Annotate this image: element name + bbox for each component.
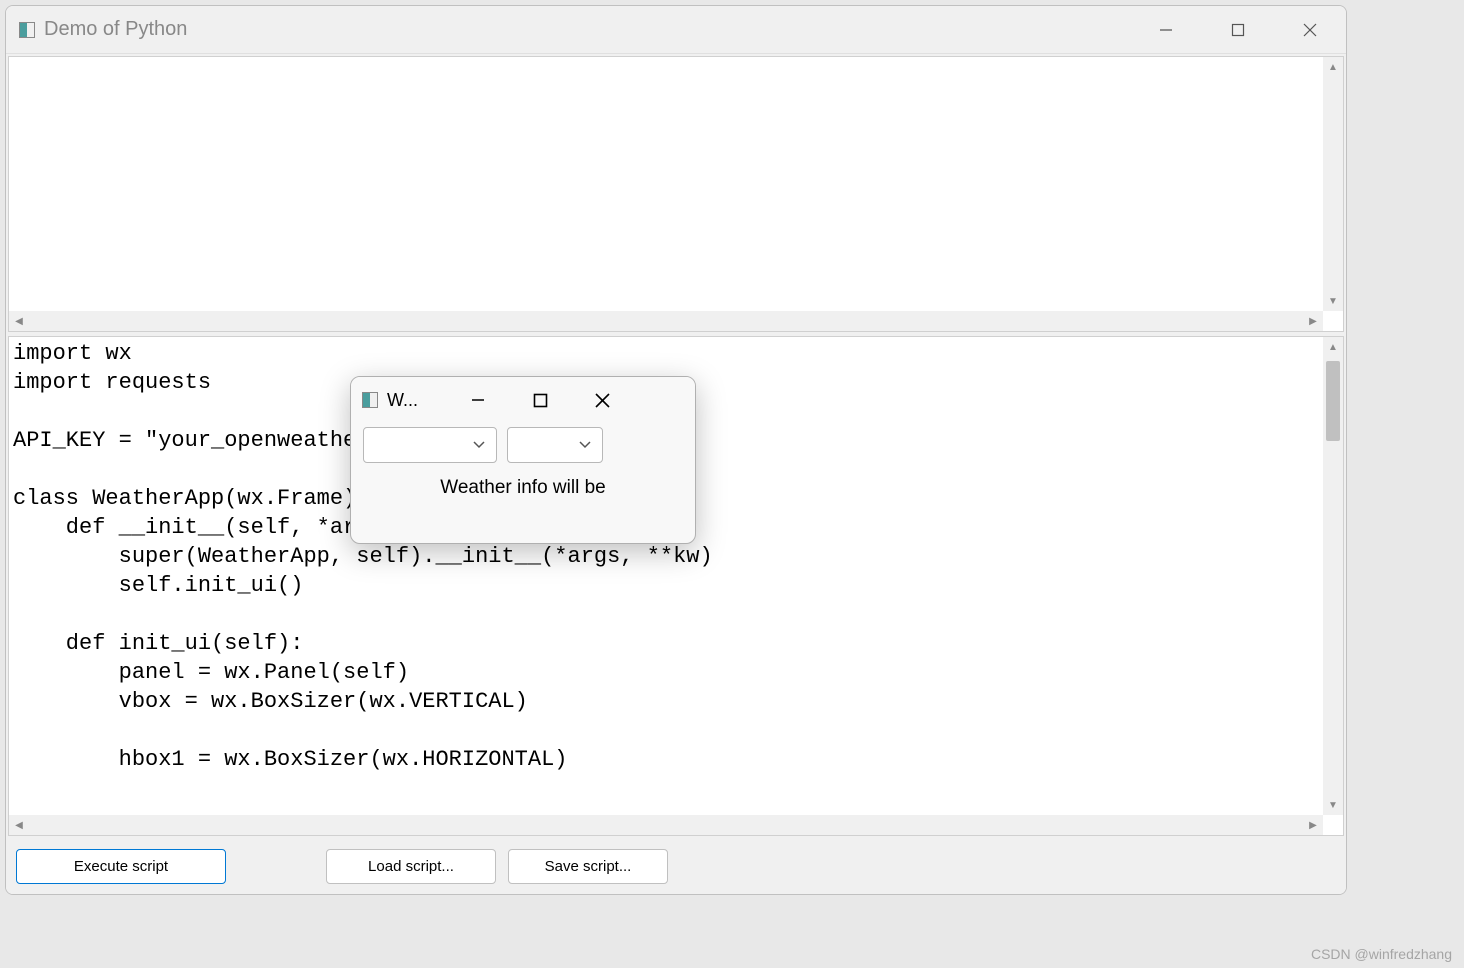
scrollbar-horizontal[interactable]: ◀ ▶ <box>9 311 1323 331</box>
child-body: Weather info will be <box>351 423 695 543</box>
scroll-right-icon[interactable]: ▶ <box>1303 815 1323 835</box>
window-title: Demo of Python <box>44 18 1130 41</box>
child-window-controls <box>447 377 633 423</box>
child-titlebar[interactable]: W... <box>351 377 695 423</box>
load-script-button[interactable]: Load script... <box>326 849 496 884</box>
scroll-left-icon[interactable]: ◀ <box>9 311 29 331</box>
close-button[interactable] <box>1274 6 1346 53</box>
close-button[interactable] <box>571 377 633 423</box>
maximize-icon <box>1231 23 1245 37</box>
output-text[interactable] <box>9 57 1323 311</box>
titlebar[interactable]: Demo of Python <box>6 6 1346 54</box>
scrollbar-vertical[interactable]: ▲ ▼ <box>1323 57 1343 311</box>
app-icon <box>18 21 36 39</box>
watermark: CSDN @winfredzhang <box>1311 946 1452 962</box>
minimize-button[interactable] <box>1130 6 1202 53</box>
scrollbar-vertical[interactable]: ▲ ▼ <box>1323 337 1343 815</box>
child-window-title: W... <box>387 390 447 411</box>
close-icon <box>595 393 610 408</box>
maximize-button[interactable] <box>509 377 571 423</box>
minimize-button[interactable] <box>447 377 509 423</box>
save-script-button[interactable]: Save script... <box>508 849 668 884</box>
city-dropdown[interactable] <box>507 427 603 463</box>
scroll-up-icon[interactable]: ▲ <box>1323 337 1343 357</box>
chevron-down-icon <box>578 440 592 450</box>
scroll-down-icon[interactable]: ▼ <box>1323 795 1343 815</box>
minimize-icon <box>471 393 485 407</box>
button-bar: Execute script Load script... Save scrip… <box>6 838 1346 894</box>
scroll-thumb[interactable] <box>1326 361 1340 441</box>
scroll-left-icon[interactable]: ◀ <box>9 815 29 835</box>
execute-script-button[interactable]: Execute script <box>16 849 226 884</box>
button-group: Load script... Save script... <box>326 849 668 884</box>
scroll-right-icon[interactable]: ▶ <box>1303 311 1323 331</box>
chevron-down-icon <box>472 440 486 450</box>
dropdown-row <box>363 427 683 463</box>
close-icon <box>1303 23 1317 37</box>
minimize-icon <box>1159 23 1173 37</box>
app-icon <box>361 391 379 409</box>
maximize-icon <box>533 393 548 408</box>
output-pane: ▲ ▼ ◀ ▶ <box>8 56 1344 332</box>
weather-app-window: W... Weather in <box>350 376 696 544</box>
scroll-down-icon[interactable]: ▼ <box>1323 291 1343 311</box>
scroll-up-icon[interactable]: ▲ <box>1323 57 1343 77</box>
country-dropdown[interactable] <box>363 427 497 463</box>
weather-info-label: Weather info will be <box>363 471 683 505</box>
scrollbar-horizontal[interactable]: ◀ ▶ <box>9 815 1323 835</box>
maximize-button[interactable] <box>1202 6 1274 53</box>
window-controls <box>1130 6 1346 53</box>
